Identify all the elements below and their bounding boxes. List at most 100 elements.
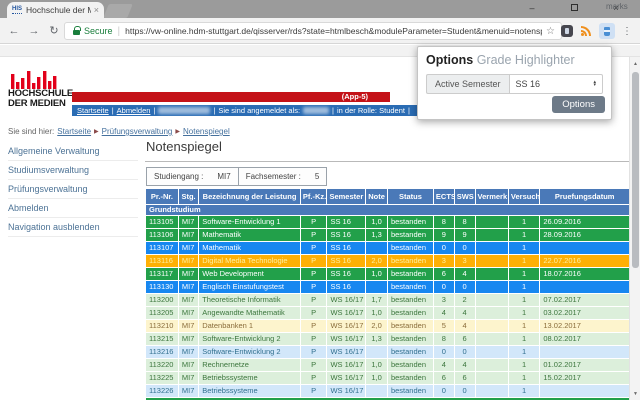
address-bar[interactable]: Secure | https://vw-online.hdm-stuttgart… xyxy=(64,22,562,40)
grade-highlighter-extension-icon[interactable] xyxy=(599,23,615,39)
cell-vermerk xyxy=(474,228,509,242)
grades-table: Pr.-Nr. Stg. Bezeichnung der Leistung Pf.-K… xyxy=(145,188,630,400)
his-favicon-icon: HIS xyxy=(12,6,23,14)
cell-semester: WS 16/17 xyxy=(326,371,367,385)
cell-note: 1,7 xyxy=(365,293,388,307)
browser-menu-icon[interactable]: ⋮ xyxy=(622,26,632,37)
reload-icon[interactable]: ↻ xyxy=(44,24,64,37)
extension-shield-icon[interactable] xyxy=(561,25,573,37)
cell-status: bestanden xyxy=(386,345,434,359)
cell-stg: MI7 xyxy=(177,384,200,398)
cell-vermerk xyxy=(474,384,509,398)
breadcrumb-link[interactable]: Startseite xyxy=(57,127,91,136)
cell-status: bestanden xyxy=(386,319,434,333)
cell-stg: MI7 xyxy=(177,332,200,346)
table-row: 113117 MI7 Web Development P SS 16 1,0 bestand… xyxy=(145,267,630,281)
sidebar-item[interactable]: Navigation ausblenden xyxy=(8,218,138,237)
other-bookmarks-label[interactable]: marks xyxy=(606,2,628,11)
cell-vermerk xyxy=(474,267,509,281)
sidebar-item[interactable]: Prüfungsverwaltung xyxy=(8,180,138,199)
cell-datum: 15.02.2017 xyxy=(539,371,630,385)
cell-versuch: 1 xyxy=(507,306,541,320)
bookmark-star-icon[interactable]: ☆ xyxy=(546,26,555,37)
cell-name: Software-Entwicklung 1 xyxy=(198,215,301,229)
cell-name: Datenbanken 1 xyxy=(198,319,301,333)
cell-versuch: 1 xyxy=(507,371,541,385)
cell-status: bestanden xyxy=(386,280,434,294)
cell-status: bestanden xyxy=(386,267,434,281)
sidebar-item[interactable]: Studiumsverwaltung xyxy=(8,161,138,180)
cell-versuch: 1 xyxy=(507,228,541,242)
options-button[interactable]: Options xyxy=(552,96,605,113)
maximize-button[interactable] xyxy=(568,2,580,14)
cell-vermerk xyxy=(474,241,509,255)
table-row: 113106 MI7 Mathematik P SS 16 1,3 bestanden 9 9 1… xyxy=(145,228,630,242)
cell-pfkz: P xyxy=(299,254,328,268)
back-icon[interactable]: ← xyxy=(4,25,24,37)
cell-versuch: 1 xyxy=(507,241,541,255)
cell-stg: MI7 xyxy=(177,319,200,333)
browser-tab[interactable]: HIS Hochschule der Medien × xyxy=(7,2,104,18)
grades-table-wrap: Pr.-Nr. Stg. Bezeichnung der Leistung Pf.-K… xyxy=(145,188,630,400)
cell-name: Software-Entwicklung 2 xyxy=(198,345,301,359)
minimize-button[interactable]: – xyxy=(526,2,538,14)
cell-status: bestanden xyxy=(386,358,434,372)
cell-nr: 113225 xyxy=(145,371,179,385)
column-header: Vermerk xyxy=(474,188,509,205)
cell-name: Englisch Einstufungstest xyxy=(198,280,301,294)
cell-datum: 08.02.2017 xyxy=(539,332,630,346)
cell-pfkz: P xyxy=(299,241,328,255)
marker-icon xyxy=(604,26,610,36)
cell-note: 2,0 xyxy=(365,319,388,333)
table-row: 113200 MI7 Theoretische Informatik P WS 16/1… xyxy=(145,293,630,307)
breadcrumb: Sie sind hier: Startseite ▶ Prüfungsverwalt… xyxy=(8,127,233,136)
logo-line2: DER MEDIEN xyxy=(8,97,66,109)
breadcrumb-link[interactable]: Notenspiegel xyxy=(183,127,230,136)
cell-nr: 113106 xyxy=(145,228,179,242)
title-rule xyxy=(145,161,630,162)
cell-semester: SS 16 xyxy=(326,241,367,255)
table-row: 113205 MI7 Angewandte Mathematik P WS 16/17 1… xyxy=(145,306,630,320)
scrollbar-thumb[interactable] xyxy=(632,72,639,268)
tab-close-icon[interactable]: × xyxy=(94,5,99,15)
column-header: Pruefungsdatum xyxy=(539,188,630,205)
cell-vermerk xyxy=(474,371,509,385)
cell-versuch: 1 xyxy=(507,319,541,333)
nav-link-startseite[interactable]: Startseite xyxy=(77,106,109,115)
scroll-up-icon[interactable]: ▲ xyxy=(630,61,640,67)
table-row: 113226 MI7 Betriebssysteme P WS 16/17 bestand… xyxy=(145,384,630,398)
redacted-text xyxy=(158,107,211,114)
page-scrollbar[interactable]: ▲ ▼ xyxy=(629,57,640,400)
cell-name: Rechnernetze xyxy=(198,358,301,372)
semester-select[interactable]: SS 16 ▴ ▾ xyxy=(508,74,603,94)
rss-extension-icon[interactable] xyxy=(580,25,592,37)
cell-status: bestanden xyxy=(386,241,434,255)
role-label: in der Rolle: Student xyxy=(337,106,405,115)
breadcrumb-link[interactable]: Prüfungsverwaltung xyxy=(102,127,173,136)
cell-datum: 07.02.2017 xyxy=(539,293,630,307)
column-header: SWS xyxy=(453,188,476,205)
cell-name: Digital Media Technologie xyxy=(198,254,301,268)
cell-semester: WS 16/17 xyxy=(326,306,367,320)
popup-app-name: Grade Highlighter xyxy=(476,53,575,67)
secure-lock-icon xyxy=(73,25,81,35)
forward-icon[interactable]: → xyxy=(24,25,44,37)
cell-status: bestanden xyxy=(386,228,434,242)
cell-pfkz: P xyxy=(299,306,328,320)
active-semester-label: Active Semester xyxy=(426,74,509,94)
cell-ects: 8 xyxy=(432,215,455,229)
cell-note: 1,3 xyxy=(365,228,388,242)
cell-stg: MI7 xyxy=(177,306,200,320)
cell-semester: WS 16/17 xyxy=(326,358,367,372)
cell-nr: 113210 xyxy=(145,319,179,333)
cell-vermerk xyxy=(474,306,509,320)
popup-title: Options Grade Highlighter xyxy=(426,53,603,67)
scroll-down-icon[interactable]: ▼ xyxy=(630,391,640,397)
cell-pfkz: P xyxy=(299,332,328,346)
cell-ects: 3 xyxy=(432,254,455,268)
sidebar-item[interactable]: Abmelden xyxy=(8,199,138,218)
cell-note: 1,0 xyxy=(365,267,388,281)
cell-datum xyxy=(539,384,630,398)
sidebar-item[interactable]: Allgemeine Verwaltung xyxy=(8,142,138,161)
nav-link-abmelden[interactable]: Abmelden xyxy=(117,106,151,115)
